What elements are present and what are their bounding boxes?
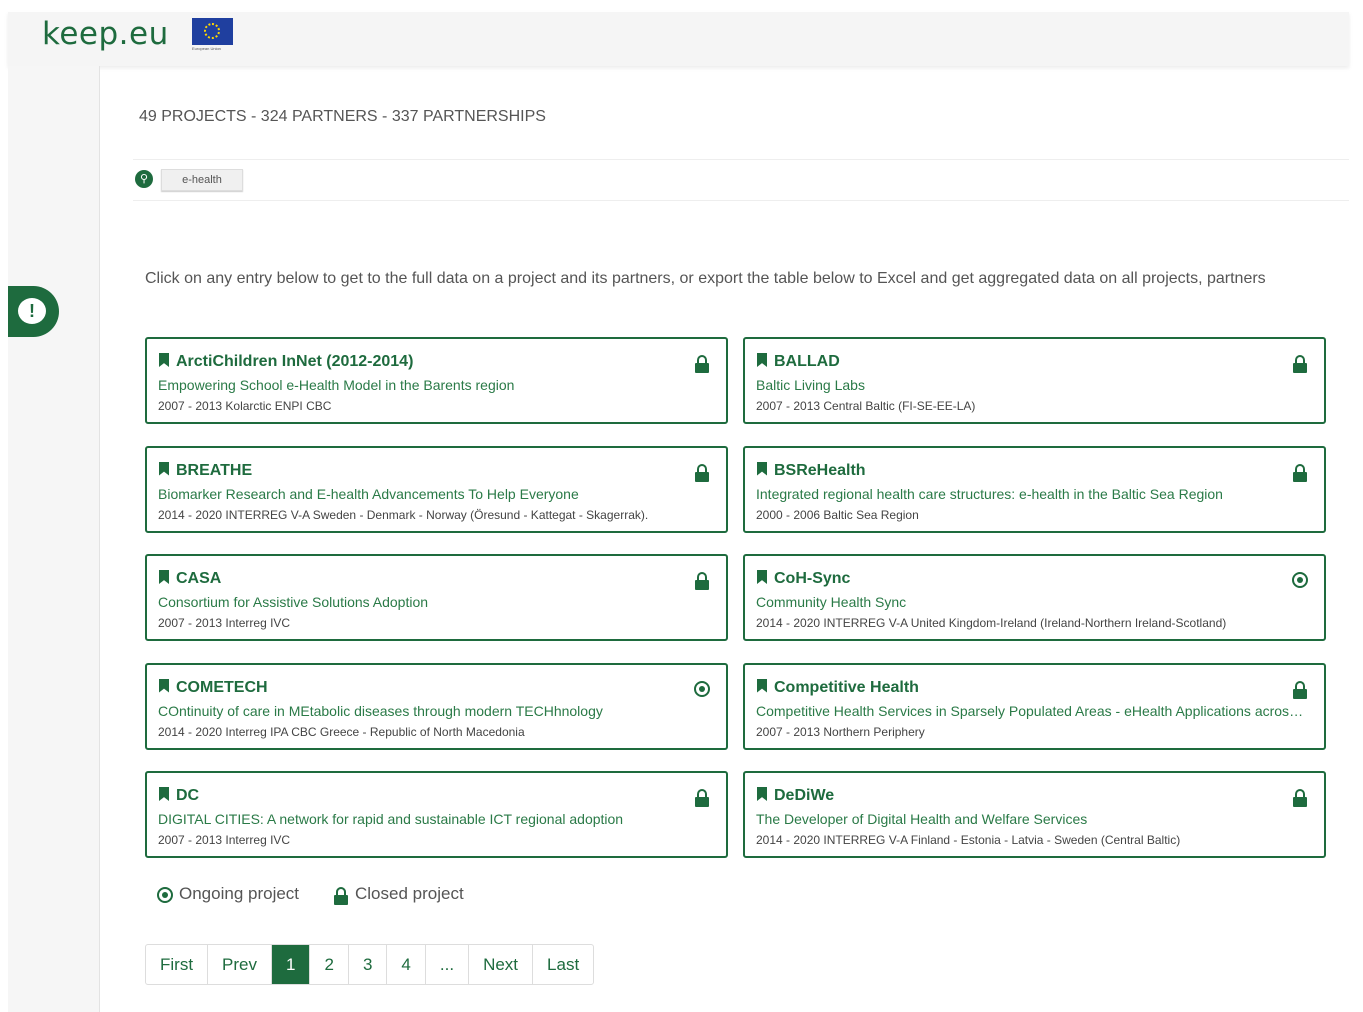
project-subtitle: Community Health Sync [756, 594, 907, 610]
bookmark-icon [757, 353, 767, 367]
project-title-text: COMETECH [176, 678, 268, 696]
pagination: First Prev 1 2 3 4... Next Last [145, 944, 595, 985]
lock-icon [1292, 463, 1308, 482]
page-ellipsis[interactable]: ... [426, 945, 470, 984]
ongoing-icon [694, 680, 710, 697]
next-page-button[interactable]: Next [469, 945, 534, 984]
project-programme: 2007 - 2013 Kolarctic ENPI CBC [158, 399, 332, 413]
project-title-text: BREATHE [176, 461, 253, 479]
bookmark-icon [757, 678, 767, 693]
project-programme: 2014 - 2020 INTERREG V-A United Kingdom-… [756, 616, 1227, 630]
last-page-button[interactable]: Last [533, 945, 593, 984]
project-programme: 2007 - 2013 Central Baltic (FI-SE-EE-LA) [756, 399, 976, 413]
page-3-button[interactable]: 3 [349, 945, 388, 984]
filter-tag[interactable]: e-health [161, 169, 243, 191]
legend-ongoing: Ongoing project [157, 884, 299, 904]
legend-ongoing-label: Ongoing project [179, 884, 300, 903]
ongoing-icon [1292, 572, 1308, 588]
site-logo[interactable]: keep.eu [42, 16, 169, 52]
project-title[interactable]: Competitive Health [757, 678, 919, 697]
project-card[interactable]: BSReHealth Integrated regional health car… [743, 445, 1326, 533]
search-icon[interactable]: ⚲ [135, 170, 153, 188]
project-subtitle: Baltic Living Labs [756, 377, 865, 393]
page-1-button[interactable]: 1 [272, 945, 311, 984]
lock-icon [333, 887, 349, 905]
project-subtitle: Competitive Health Services in Sparsely … [756, 702, 1306, 719]
lock-icon [1292, 789, 1308, 807]
eu-label: European Union [192, 46, 221, 51]
project-title[interactable]: CASA [159, 570, 221, 588]
lock-icon [694, 789, 710, 807]
legend-closed: Closed project [333, 884, 464, 905]
intro-text: Click on any entry below to get to the f… [145, 270, 1266, 287]
project-title-text: DeDiWe [774, 787, 835, 804]
project-card[interactable]: CASA Consortium for Assistive Solutions A… [145, 554, 728, 641]
project-subtitle: Empowering School e-Health Model in the … [158, 377, 515, 393]
feedback-button[interactable]: ! [8, 286, 59, 337]
project-title[interactable]: ArctiChildren InNet (2012-2014) [159, 353, 413, 371]
left-panel [8, 66, 100, 1012]
project-programme: 2007 - 2013 Interreg IVC [158, 616, 291, 630]
prev-page-button[interactable]: Prev [208, 945, 273, 984]
lock-icon [1292, 680, 1308, 699]
bookmark-icon [757, 787, 767, 801]
project-title[interactable]: DC [159, 787, 199, 805]
project-card[interactable]: Competitive Health Competitive Health Ser… [743, 662, 1326, 750]
results-summary: 49 PROJECTS - 324 PARTNERS - 337 PARTNER… [139, 108, 546, 125]
page-2-button[interactable]: 2 [310, 945, 349, 984]
project-title-text: CASA [176, 570, 222, 587]
project-title[interactable]: COMETECH [159, 678, 268, 697]
project-subtitle: DIGITAL CITIES: A network for rapid and … [158, 811, 624, 827]
project-card[interactable]: DeDiWe The Developer of Digital Health an… [743, 771, 1326, 858]
project-subtitle: Consortium for Assistive Solutions Adopt… [158, 594, 429, 610]
top-bar: keep.eu European Union [8, 12, 1349, 66]
project-title-text: ArctiChildren InNet (2012-2014) [176, 353, 414, 370]
project-title[interactable]: BREATHE [159, 461, 253, 480]
project-card[interactable]: DC DIGITAL CITIES: A network for rapid an… [145, 771, 728, 858]
project-card[interactable]: ArctiChildren InNet (2012-2014) Empowerin… [145, 337, 728, 424]
eu-flag-icon [192, 18, 233, 45]
project-card[interactable]: COMETECH COntinuity of care in MEtabolic … [145, 662, 728, 750]
bookmark-icon [757, 461, 767, 476]
project-subtitle: Biomarker Research and E-health Advancem… [158, 485, 579, 502]
first-page-button[interactable]: First [146, 945, 209, 984]
lock-icon [1292, 355, 1308, 373]
bookmark-icon [159, 678, 169, 693]
lock-icon [694, 463, 710, 482]
ongoing-icon [157, 887, 173, 903]
project-title[interactable]: DeDiWe [757, 787, 834, 805]
project-title-text: DC [176, 787, 200, 804]
project-subtitle: Integrated regional health care structur… [756, 485, 1223, 502]
bookmark-icon [159, 787, 169, 801]
project-title[interactable]: BSReHealth [757, 461, 866, 480]
project-title[interactable]: BALLAD [757, 353, 840, 371]
bookmark-icon [159, 461, 169, 476]
legend-closed-label: Closed project [355, 884, 464, 903]
project-programme: 2014 - 2020 Interreg IPA CBC Greece - Re… [158, 724, 525, 739]
page-4-button[interactable]: 4 [387, 945, 426, 984]
lock-icon [694, 355, 710, 373]
filter-bar: ⚲ e-health [133, 159, 1349, 201]
bookmark-icon [757, 570, 767, 584]
lock-icon [694, 572, 710, 590]
project-title-text: CoH-Sync [774, 570, 851, 587]
bookmark-icon [159, 570, 169, 584]
project-title-text: BALLAD [774, 353, 840, 370]
project-programme: 2007 - 2013 Interreg IVC [158, 833, 291, 847]
project-card[interactable]: BREATHE Biomarker Research and E-health A… [145, 445, 728, 533]
project-title[interactable]: CoH-Sync [757, 570, 850, 588]
project-programme: 2014 - 2020 INTERREG V-A Finland - Eston… [756, 833, 1181, 847]
bookmark-icon [159, 353, 169, 367]
project-programme: 2014 - 2020 INTERREG V-A Sweden - Denmar… [158, 507, 649, 522]
feedback-icon: ! [18, 298, 46, 324]
project-card[interactable]: CoH-Sync Community Health Sync 2014 - 2020… [743, 554, 1326, 641]
project-card[interactable]: BALLAD Baltic Living Labs 2007 - 2013 Cent… [743, 337, 1326, 424]
project-title-text: Competitive Health [774, 678, 919, 696]
project-programme: 2000 - 2006 Baltic Sea Region [756, 507, 919, 522]
project-title-text: BSReHealth [774, 461, 866, 479]
project-programme: 2007 - 2013 Northern Periphery [756, 724, 925, 739]
project-subtitle: The Developer of Digital Health and Welf… [756, 811, 1088, 827]
project-subtitle: COntinuity of care in MEtabolic diseases… [158, 702, 603, 719]
